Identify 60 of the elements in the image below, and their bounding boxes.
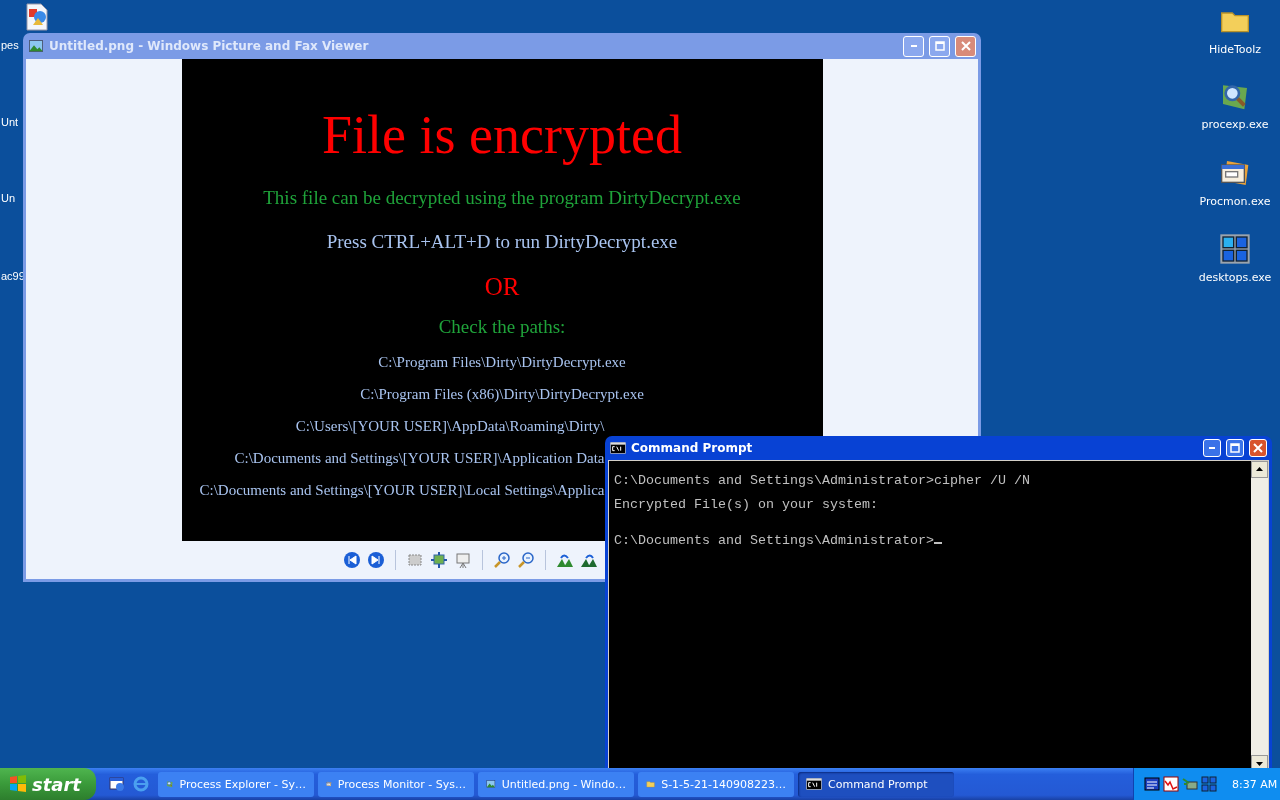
minimize-icon [910, 45, 917, 47]
zoom-in-icon[interactable] [493, 551, 511, 569]
taskbar-button[interactable]: S-1-5-21-140908223… [638, 771, 794, 797]
console-icon [806, 776, 822, 792]
image-text: OR [484, 272, 520, 302]
maximize-button[interactable] [1226, 439, 1244, 457]
desktop-icon-label[interactable]: procexp.exe [1201, 118, 1269, 131]
close-icon [1253, 443, 1263, 453]
document-icon [25, 3, 49, 31]
window-title: Command Prompt [631, 441, 754, 455]
image-text: C:\Program Files\Dirty\DirtyDecrypt.exe [378, 353, 626, 372]
image-text: C:\Program Files (x86)\Dirty\DirtyDecrypt.exe [360, 385, 644, 404]
window-icon[interactable] [1144, 776, 1160, 792]
desktop-icon-label[interactable]: Un [1, 192, 16, 204]
window-title: Untitled.png - Windows Picture and Fax Viewer [49, 39, 370, 53]
close-button[interactable] [955, 35, 976, 57]
next-icon[interactable] [367, 551, 385, 569]
image-text: Check the paths: [438, 315, 566, 339]
image-headline: File is encrypted [322, 104, 682, 167]
desktop-icon-label[interactable]: Procmon.exe [1199, 195, 1271, 208]
show-desktop-icon[interactable] [108, 775, 126, 793]
zoom-out-icon[interactable] [517, 551, 535, 569]
image-text: C:\Users\[YOUR USER]\AppData\Roaming\Dirty\ [295, 417, 605, 436]
close-button[interactable] [1249, 439, 1267, 457]
taskbar-button[interactable]: Process Explorer - Sy… [158, 771, 314, 797]
minimize-button[interactable] [903, 35, 924, 57]
slideshow-icon[interactable] [454, 551, 472, 569]
grid-icon [1219, 233, 1251, 265]
scrollbar[interactable] [1251, 461, 1268, 768]
taskbar-button[interactable]: Untitled.png - Windo… [478, 771, 634, 797]
desktop-icon-label[interactable]: HideToolz [1208, 43, 1262, 56]
desktop-icon-label[interactable]: Unt [1, 116, 19, 128]
actual-size-icon[interactable] [430, 551, 448, 569]
start-button[interactable]: start [0, 768, 96, 800]
maximize-button[interactable] [929, 35, 950, 57]
windows-logo-icon [8, 774, 28, 794]
image-text: C:\Documents and Settings\[YOUR USER]\Local Settings\Applica [199, 481, 605, 500]
console-line: Encrypted File(s) on your system: [614, 497, 878, 512]
clock: 8:37 AM [1232, 777, 1278, 791]
minimize-icon [1209, 447, 1215, 449]
scroll-up-icon[interactable] [1251, 461, 1268, 478]
taskbar-button[interactable]: Command Prompt [798, 771, 954, 797]
console-line: C:\Documents and Settings\Administrator> [614, 533, 934, 548]
desktop-icon-label[interactable]: desktops.exe [1198, 271, 1272, 284]
image-text: C:\Documents and Settings\[YOUR USER]\Application Data [234, 449, 605, 468]
graph-icon[interactable] [1163, 776, 1179, 792]
console-line: C:\Documents and Settings\Administrator>cipher /U /N [614, 473, 1030, 488]
taskbar-button[interactable]: Process Monitor - Sys… [318, 771, 474, 797]
maximize-icon [1230, 443, 1240, 453]
grid-icon[interactable] [1201, 776, 1217, 792]
image-text: This file can be decrypted using the program DirtyDecrypt.exe [263, 186, 741, 210]
image-text: Press CTRL+ALT+D to run DirtyDecrypt.exe [326, 230, 678, 254]
maximize-icon [934, 41, 945, 51]
console-icon [610, 440, 626, 456]
close-icon [960, 41, 971, 51]
scroll-down-icon[interactable] [1251, 755, 1268, 768]
desktop-icon-label[interactable]: pes [1, 39, 19, 51]
minimize-button[interactable] [1203, 439, 1221, 457]
landscape-icon [28, 38, 44, 54]
previous-icon[interactable] [343, 551, 361, 569]
